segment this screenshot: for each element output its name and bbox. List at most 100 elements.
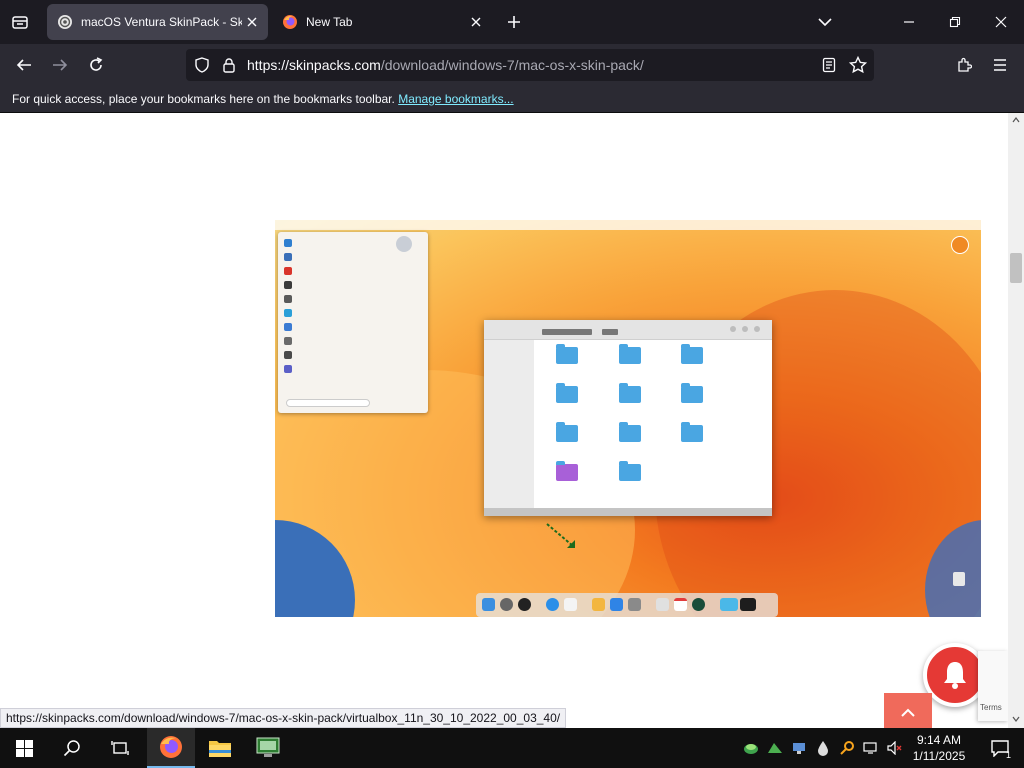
new-tab-button[interactable] bbox=[502, 10, 526, 34]
bookmarks-toolbar: For quick access, place your bookmarks h… bbox=[0, 86, 1024, 113]
desktop-app-icon[interactable] bbox=[951, 236, 969, 254]
list-item bbox=[284, 279, 296, 291]
list-all-tabs-button[interactable] bbox=[6, 8, 34, 36]
firefox-taskbar-button[interactable] bbox=[147, 728, 195, 768]
folder-icon[interactable] bbox=[681, 383, 703, 403]
dock-app-icon[interactable] bbox=[692, 598, 705, 611]
dock-app-icon[interactable] bbox=[720, 598, 738, 611]
tab-skinpack[interactable]: macOS Ventura SkinPack - SkinPack bbox=[47, 4, 268, 40]
network-status-icon[interactable] bbox=[862, 738, 880, 758]
start-button[interactable] bbox=[0, 728, 48, 768]
folder-icon[interactable] bbox=[681, 422, 703, 442]
app-taskbar-button[interactable] bbox=[244, 728, 292, 768]
tray-app-icon[interactable] bbox=[766, 738, 784, 758]
scrollbar-thumb[interactable] bbox=[1010, 253, 1022, 283]
mac-dock bbox=[476, 593, 778, 617]
reader-view-icon[interactable] bbox=[822, 57, 836, 73]
plus-icon bbox=[508, 16, 520, 28]
list-item bbox=[284, 251, 296, 263]
system-clock[interactable]: 9:14 AM 1/11/2025 bbox=[906, 732, 972, 764]
close-tab-button[interactable] bbox=[466, 12, 486, 32]
folder-icon[interactable] bbox=[681, 344, 703, 364]
recaptcha-badge[interactable]: Terms bbox=[978, 651, 1008, 721]
clock-time: 9:14 AM bbox=[916, 733, 962, 747]
tab-bar: macOS Ventura SkinPack - SkinPack New Ta… bbox=[0, 0, 1024, 44]
finder-window[interactable] bbox=[484, 320, 772, 516]
url-text[interactable]: https://skinpacks.com/download/windows-7… bbox=[247, 57, 644, 73]
tab-new-tab[interactable]: New Tab bbox=[272, 4, 492, 40]
finder-dock-icon[interactable] bbox=[482, 598, 495, 611]
shield-icon[interactable] bbox=[194, 57, 210, 73]
dock-app-icon[interactable] bbox=[628, 598, 641, 611]
list-item bbox=[284, 321, 296, 333]
scroll-down-arrow-icon[interactable] bbox=[1012, 716, 1020, 722]
reload-button[interactable] bbox=[82, 51, 110, 79]
scroll-up-arrow-icon[interactable] bbox=[1012, 117, 1020, 123]
task-view-button[interactable] bbox=[96, 728, 144, 768]
folder-icon[interactable] bbox=[556, 461, 578, 481]
file-explorer-taskbar-button[interactable] bbox=[196, 728, 244, 768]
finder-toolbar bbox=[484, 320, 772, 340]
tab-title: macOS Ventura SkinPack - SkinPack bbox=[81, 15, 242, 29]
lock-icon[interactable] bbox=[222, 57, 236, 73]
dock-app-icon[interactable] bbox=[740, 598, 756, 611]
volume-muted-icon[interactable] bbox=[886, 738, 904, 758]
minimize-button[interactable] bbox=[893, 6, 925, 38]
search-input[interactable] bbox=[286, 399, 370, 407]
navigation-toolbar: https://skinpacks.com/download/windows-7… bbox=[0, 44, 1024, 86]
tray-app-icon[interactable] bbox=[742, 738, 760, 758]
close-window-button[interactable] bbox=[985, 6, 1017, 38]
tab-list-icon bbox=[12, 16, 28, 29]
url-host: https://skinpacks.com bbox=[247, 57, 381, 73]
app-menu-button[interactable] bbox=[986, 51, 1014, 79]
dock-app-icon[interactable] bbox=[592, 598, 605, 611]
folder-icon[interactable] bbox=[619, 383, 641, 403]
bookmark-star-icon[interactable] bbox=[849, 56, 867, 74]
drop-tray-icon[interactable] bbox=[814, 738, 832, 758]
finder-sidebar bbox=[484, 340, 534, 508]
finder-statusbar bbox=[484, 508, 772, 516]
tab-title: New Tab bbox=[306, 15, 353, 29]
safari-dock-icon[interactable] bbox=[546, 598, 559, 611]
scroll-to-top-button[interactable] bbox=[884, 693, 932, 728]
resize-cursor-icon bbox=[546, 523, 575, 548]
folder-icon[interactable] bbox=[619, 422, 641, 442]
network-tray-icon[interactable] bbox=[790, 738, 808, 758]
back-button[interactable] bbox=[10, 51, 38, 79]
action-center-button[interactable]: 1 bbox=[976, 728, 1024, 768]
manage-bookmarks-link[interactable]: Manage bookmarks... bbox=[398, 92, 513, 106]
folder-icon[interactable] bbox=[619, 461, 641, 481]
folder-icon[interactable] bbox=[556, 344, 578, 364]
address-bar[interactable]: https://skinpacks.com/download/windows-7… bbox=[186, 49, 874, 81]
monitor-app-icon bbox=[256, 737, 280, 757]
hamburger-menu-icon bbox=[994, 59, 1006, 71]
chevron-up-icon bbox=[901, 708, 915, 717]
folder-icon[interactable] bbox=[619, 344, 641, 364]
dock-app-icon[interactable] bbox=[500, 598, 513, 611]
recaptcha-terms-link[interactable]: Terms bbox=[980, 703, 1002, 712]
dock-app-icon[interactable] bbox=[518, 598, 531, 611]
forward-button[interactable] bbox=[46, 51, 74, 79]
restore-button[interactable] bbox=[939, 6, 971, 38]
music-dock-icon[interactable] bbox=[564, 598, 577, 611]
restore-icon bbox=[949, 16, 961, 28]
trash-icon[interactable] bbox=[953, 572, 965, 586]
list-item bbox=[284, 349, 296, 361]
key-tray-icon[interactable] bbox=[838, 738, 856, 758]
search-button[interactable] bbox=[48, 728, 96, 768]
extensions-button[interactable] bbox=[950, 51, 978, 79]
page-scrollbar[interactable] bbox=[1008, 113, 1024, 728]
close-icon bbox=[471, 17, 481, 27]
macos-ventura-screenshot[interactable] bbox=[275, 220, 981, 617]
dock-app-icon[interactable] bbox=[656, 598, 669, 611]
puzzle-icon bbox=[958, 57, 972, 72]
folder-icon[interactable] bbox=[556, 383, 578, 403]
calendar-dock-icon[interactable] bbox=[674, 598, 687, 611]
url-path: /download/windows-7/mac-os-x-skin-pack/ bbox=[380, 57, 644, 73]
close-tab-button[interactable] bbox=[242, 12, 262, 32]
tab-overflow-button[interactable] bbox=[809, 6, 841, 38]
folder-icon[interactable] bbox=[556, 422, 578, 442]
minimize-icon bbox=[904, 21, 914, 23]
windows-taskbar: 9:14 AM 1/11/2025 1 bbox=[0, 728, 1024, 768]
app-store-dock-icon[interactable] bbox=[610, 598, 623, 611]
